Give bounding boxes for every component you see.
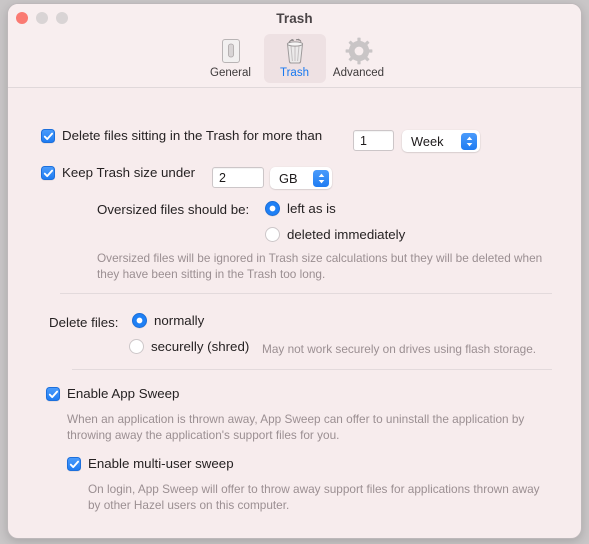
delete-files-label: Delete files:	[49, 315, 119, 330]
tab-advanced-label: Advanced	[332, 67, 385, 79]
keep-size-row: Keep Trash size under	[41, 165, 195, 180]
traffic-lights	[16, 12, 68, 24]
multi-user-sweep-label: Enable multi-user sweep	[88, 456, 234, 471]
keep-size-checkbox[interactable]	[41, 165, 55, 180]
oversized-deleted-immediately-radio[interactable]	[265, 227, 280, 242]
tab-general[interactable]: General	[200, 34, 262, 83]
multi-user-sweep-help-line2: by other Hazel users on this computer.	[88, 497, 290, 512]
app-sweep-checkbox[interactable]	[46, 386, 60, 401]
delete-files-normally-label: normally	[154, 313, 205, 328]
app-sweep-help-text: When an application is thrown away, App …	[67, 412, 567, 443]
chevron-updown-icon	[313, 169, 329, 187]
delete-old-files-row: Delete files sitting in the Trash for mo…	[41, 128, 322, 143]
delete-files-note: May not work securely on drives using fl…	[262, 342, 537, 356]
keep-size-amount-input[interactable]: 2	[212, 167, 264, 188]
multi-user-sweep-help-text: On login, App Sweep will offer to throw …	[88, 482, 573, 513]
close-button[interactable]	[16, 12, 28, 24]
oversized-left-as-is-label: left as is	[287, 201, 336, 216]
oversized-left-as-is-radio[interactable]	[265, 201, 280, 216]
tab-trash-label: Trash	[280, 67, 309, 79]
trash-icon	[264, 36, 326, 66]
delete-files-securely-label: securelly (shred)	[151, 339, 250, 354]
oversized-deleted-immediately-label: deleted immediately	[287, 227, 406, 242]
section-divider-2	[72, 369, 552, 370]
delete-files-option-securely[interactable]: securelly (shred)	[129, 339, 249, 354]
minimize-button[interactable]	[36, 12, 48, 24]
oversized-label: Oversized files should be:	[97, 202, 250, 217]
keep-size-label: Keep Trash size under	[62, 165, 196, 180]
window-title: Trash	[276, 11, 313, 26]
multi-user-sweep-checkbox[interactable]	[67, 456, 81, 471]
multi-user-sweep-row: Enable multi-user sweep	[67, 456, 234, 471]
app-sweep-help-line2: throwing away the application's support …	[67, 427, 340, 442]
oversized-help-text: Oversized files will be ignored in Trash…	[97, 251, 567, 282]
app-sweep-row: Enable App Sweep	[46, 386, 179, 401]
title-bar: Trash	[8, 4, 581, 34]
keep-size-unit-value: GB	[279, 170, 298, 186]
keep-size-unit-popup[interactable]: GB	[270, 167, 332, 189]
oversized-option-deleted-immediately[interactable]: deleted immediately	[265, 227, 405, 242]
tab-general-label: General	[210, 67, 251, 79]
delete-old-unit-popup[interactable]: Week	[402, 130, 480, 152]
delete-files-normally-radio[interactable]	[132, 313, 147, 328]
oversized-option-left-as-is[interactable]: left as is	[265, 201, 336, 216]
delete-old-amount-input[interactable]: 1	[353, 130, 394, 151]
app-sweep-label: Enable App Sweep	[67, 386, 180, 401]
maximize-button[interactable]	[56, 12, 68, 24]
chevron-updown-icon	[461, 132, 477, 150]
switch-icon	[200, 36, 262, 66]
delete-old-files-checkbox[interactable]	[41, 128, 55, 143]
tab-advanced[interactable]: Advanced	[328, 34, 390, 83]
multi-user-sweep-help-line1: On login, App Sweep will offer to throw …	[88, 482, 540, 496]
delete-files-option-normally[interactable]: normally	[132, 313, 204, 328]
oversized-help-line2: they have been sitting in the Trash too …	[97, 266, 326, 281]
trash-settings-pane: Delete files sitting in the Trash for mo…	[8, 88, 581, 538]
delete-old-unit-value: Week	[411, 133, 444, 149]
delete-files-securely-radio[interactable]	[129, 339, 144, 354]
preferences-window: Trash General Trash Advanced Delete file…	[7, 3, 582, 539]
gear-icon	[328, 36, 390, 66]
delete-old-files-label: Delete files sitting in the Trash for mo…	[62, 128, 323, 143]
section-divider-1	[60, 293, 552, 294]
app-sweep-help-line1: When an application is thrown away, App …	[67, 412, 525, 426]
tab-trash[interactable]: Trash	[263, 34, 326, 83]
oversized-help-line1: Oversized files will be ignored in Trash…	[97, 251, 543, 265]
toolbar-tabs: General Trash Advanced	[8, 34, 581, 88]
